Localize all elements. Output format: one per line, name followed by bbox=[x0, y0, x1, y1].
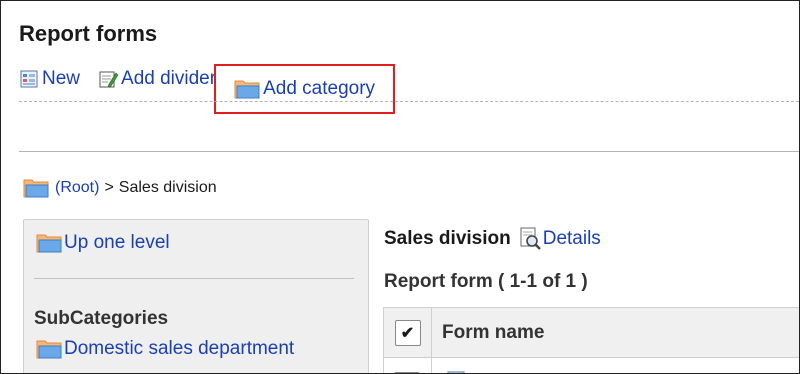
details-label: Details bbox=[542, 228, 601, 249]
edit-divider-icon bbox=[99, 71, 119, 88]
select-all-cell: ✔ bbox=[384, 307, 432, 358]
new-form-icon bbox=[20, 70, 38, 88]
sidebar-divider bbox=[34, 278, 354, 279]
subcategories-heading: SubCategories bbox=[34, 308, 169, 329]
folder-icon bbox=[234, 80, 260, 99]
details-magnifier-icon bbox=[520, 227, 541, 250]
table-header: ✔ Form name bbox=[384, 307, 799, 358]
breadcrumb-root-link[interactable]: (Root) bbox=[55, 179, 99, 197]
folder-icon bbox=[36, 234, 62, 253]
section-divider bbox=[19, 151, 799, 152]
select-all-checkbox[interactable]: ✔ bbox=[394, 319, 421, 346]
category-title: Sales division bbox=[384, 228, 511, 249]
breadcrumb-separator: > bbox=[104, 179, 114, 196]
folder-icon bbox=[23, 179, 49, 198]
report-form-table: ✔ Form name bbox=[383, 307, 799, 373]
form-icon bbox=[447, 371, 465, 373]
table-row bbox=[384, 358, 799, 373]
up-one-level-link[interactable]: Up one level bbox=[36, 232, 170, 254]
add-category-button[interactable]: Add category bbox=[214, 64, 396, 114]
toolbar-divider bbox=[19, 101, 799, 102]
new-label: New bbox=[42, 68, 81, 89]
breadcrumb-current: Sales division bbox=[118, 179, 217, 196]
toolbar: New Add divider Add category bbox=[19, 63, 411, 114]
column-header-form-name[interactable]: Form name bbox=[432, 322, 544, 344]
row-checkbox-cell bbox=[384, 358, 432, 373]
app-frame: Report forms New Add divider Add categor… bbox=[0, 0, 800, 374]
subcategory-label: Domestic sales department bbox=[64, 338, 295, 359]
add-divider-label: Add divider bbox=[121, 68, 217, 89]
details-link[interactable]: Details bbox=[519, 227, 601, 251]
breadcrumb: (Root) > Sales division bbox=[23, 177, 217, 199]
new-button[interactable]: New bbox=[19, 68, 80, 90]
category-sidebar: Up one level SubCategories Domestic sale… bbox=[23, 219, 369, 373]
folder-icon bbox=[36, 340, 62, 359]
up-one-level-label: Up one level bbox=[64, 232, 170, 253]
add-category-label: Add category bbox=[263, 78, 376, 99]
page-title: Report forms bbox=[19, 21, 158, 46]
report-form-count: Report form ( 1-1 of 1 ) bbox=[384, 271, 588, 292]
main-title-row: Sales division Details bbox=[384, 227, 601, 251]
subcategory-item-domestic-sales[interactable]: Domestic sales department bbox=[36, 338, 294, 360]
add-divider-button[interactable]: Add divider bbox=[98, 68, 216, 90]
